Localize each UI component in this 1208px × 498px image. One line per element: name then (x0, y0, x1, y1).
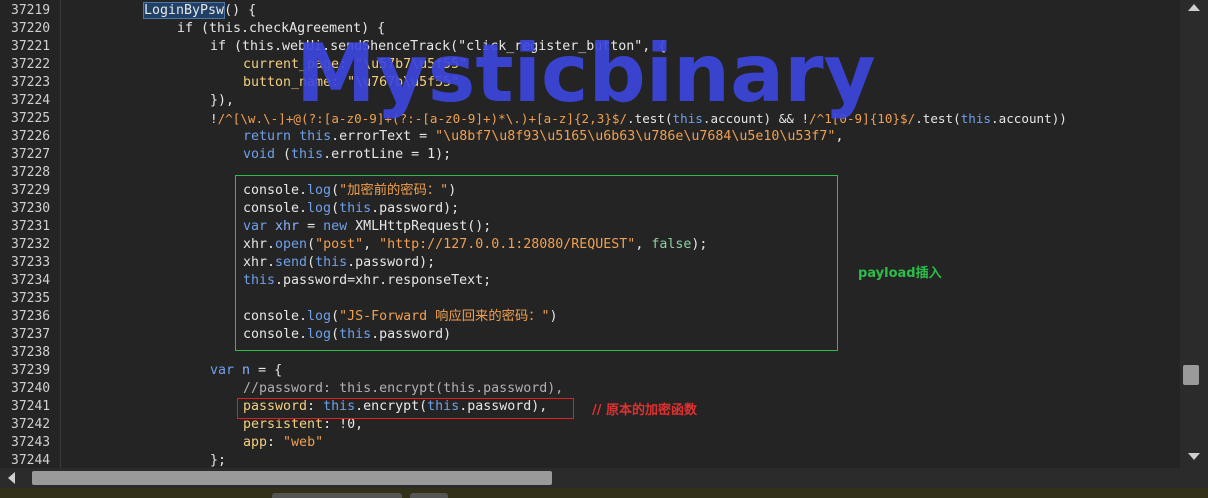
code-line[interactable]: LoginByPsw() { (142, 2, 256, 20)
line-number: 37228 (11, 165, 51, 180)
bottom-tab[interactable] (272, 493, 402, 498)
line-number: 37221 (11, 39, 51, 54)
line-number: 37233 (11, 255, 51, 270)
horizontal-scrollbar[interactable] (0, 468, 1208, 488)
code-line[interactable]: app: "web" (243, 434, 323, 452)
code-line[interactable]: button_name: "\u767b\u5f55" (243, 74, 459, 92)
line-number: 37239 (11, 363, 51, 378)
line-number: 37241 (11, 399, 51, 414)
line-number: 37244 (11, 453, 51, 468)
bottom-panel-strip (0, 488, 1208, 498)
vertical-scrollbar[interactable] (1180, 0, 1208, 468)
line-number: 37226 (11, 129, 51, 144)
bottom-tab[interactable] (410, 493, 448, 498)
code-line[interactable]: if (this.webUi.sendShenceTrack("click_re… (210, 38, 666, 56)
code-line[interactable]: }; (210, 452, 226, 468)
code-editor[interactable]: 37219 37220 37221 37222 37223 37224 3722… (0, 0, 1180, 468)
line-number: 37243 (11, 435, 51, 450)
vertical-scroll-thumb[interactable] (1183, 365, 1199, 385)
code-line[interactable]: current_page: "\u57b7\u5f55" (243, 56, 467, 74)
scroll-up-icon[interactable] (1188, 4, 1200, 11)
code-line[interactable]: }), (210, 92, 234, 110)
line-number: 37235 (11, 291, 51, 306)
horizontal-scroll-thumb[interactable] (32, 471, 552, 485)
payload-highlight-box (235, 175, 838, 351)
line-number: 37231 (11, 219, 51, 234)
line-number-gutter: 37219 37220 37221 37222 37223 37224 3722… (0, 0, 61, 468)
code-line[interactable]: var n = { (210, 362, 282, 380)
line-number: 37232 (11, 237, 51, 252)
line-number: 37230 (11, 201, 51, 216)
original-encrypt-annotation: // 原本的加密函数 (592, 403, 698, 418)
code-line[interactable]: void (this.errotLine = 1); (243, 146, 451, 164)
code-line[interactable]: if (this.checkAgreement) { (177, 20, 385, 38)
line-number: 37224 (11, 93, 51, 108)
line-number: 37242 (11, 417, 51, 432)
line-number: 37225 (11, 111, 51, 126)
line-number: 37237 (11, 327, 51, 342)
line-number: 37229 (11, 183, 51, 198)
code-line[interactable]: return this.errorText = "\u8bf7\u8f93\u5… (243, 128, 843, 146)
scroll-down-icon[interactable] (1188, 453, 1200, 460)
function-name-highlight[interactable]: LoginByPsw (142, 2, 226, 19)
line-number: 37219 (11, 3, 51, 18)
original-encrypt-highlight-box (237, 398, 574, 419)
code-line[interactable]: !/^[\w.\-]+@(?:[a-z0-9]+(?:-[a-z0-9]+)*\… (210, 110, 1067, 128)
code-line[interactable]: //password: this.encrypt(this.password), (243, 380, 563, 398)
line-number: 37222 (11, 57, 51, 72)
scroll-left-icon[interactable] (8, 472, 15, 484)
line-number: 37223 (11, 75, 51, 90)
line-number: 37234 (11, 273, 51, 288)
scrollbar-corner (1180, 468, 1208, 488)
line-number: 37240 (11, 381, 51, 396)
line-number: 37236 (11, 309, 51, 324)
payload-annotation: payload插入 (858, 266, 942, 281)
line-number: 37227 (11, 147, 51, 162)
line-number: 37220 (11, 21, 51, 36)
line-number: 37238 (11, 345, 51, 360)
